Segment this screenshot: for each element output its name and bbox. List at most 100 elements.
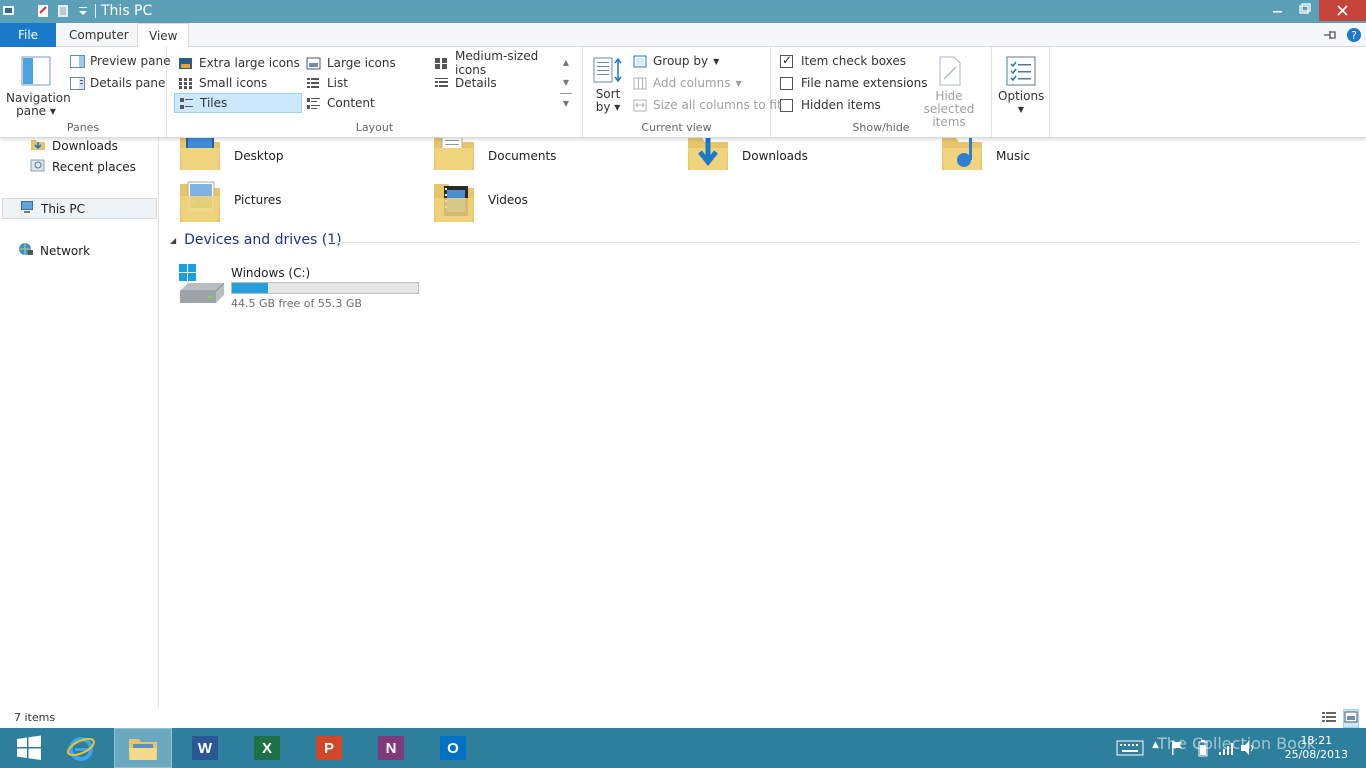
large-icons-view-icon[interactable] bbox=[1343, 709, 1359, 728]
group-current-view: Sort by ▾ Group by ▼ Add columns ▼ Size … bbox=[583, 47, 782, 137]
item-check-boxes-checkbox[interactable] bbox=[780, 53, 793, 68]
hidden-items-label: Hidden items bbox=[801, 98, 881, 112]
drive-usage-bar bbox=[231, 282, 419, 294]
layout-large-icons[interactable]: Large icons bbox=[302, 53, 430, 73]
hide-selected-items-icon bbox=[939, 56, 961, 86]
layout-small-icons[interactable]: Small icons bbox=[174, 73, 302, 93]
touch-keyboard-icon[interactable] bbox=[1116, 740, 1144, 759]
layout-details[interactable]: Details bbox=[430, 73, 558, 93]
nav-item-recent-places[interactable]: Recent places bbox=[30, 156, 136, 177]
restore-button[interactable] bbox=[1290, 0, 1318, 21]
layout-list[interactable]: List bbox=[302, 73, 430, 93]
layout-content[interactable]: Content bbox=[302, 93, 430, 113]
nav-item-downloads[interactable]: Downloads bbox=[30, 135, 118, 156]
nav-item-label: Network bbox=[40, 243, 91, 258]
help-icon[interactable]: ? bbox=[1346, 27, 1362, 46]
sort-by-label-2: by ▾ bbox=[595, 100, 621, 114]
details-view-icon[interactable] bbox=[1321, 710, 1337, 727]
pictures-folder-icon bbox=[178, 176, 222, 224]
layout-gallery-scroll[interactable]: ▲ ▼ ▼ bbox=[560, 53, 572, 117]
folder-label: Downloads bbox=[742, 149, 808, 163]
hard-drive-icon bbox=[178, 263, 226, 308]
collapse-arrow-icon[interactable]: ◢ bbox=[170, 236, 176, 245]
folder-videos[interactable]: Videos bbox=[432, 176, 528, 224]
gallery-up-icon[interactable]: ▲ bbox=[560, 53, 572, 73]
layout-medium-icons[interactable]: Medium-sized icons bbox=[430, 49, 558, 77]
taskbar-onenote[interactable]: N bbox=[362, 728, 420, 768]
tab-view[interactable]: View bbox=[137, 23, 190, 48]
layout-label: Large icons bbox=[327, 56, 396, 70]
options-button[interactable]: Options ▼ bbox=[998, 55, 1044, 116]
nav-item-label: This PC bbox=[41, 201, 85, 216]
folder-desktop[interactable]: Desktop bbox=[178, 132, 284, 180]
excel-icon: X bbox=[254, 736, 280, 760]
pin-ribbon-icon[interactable] bbox=[1322, 28, 1338, 45]
hidden-items-toggle[interactable]: Hidden items bbox=[780, 98, 881, 112]
this-pc-icon bbox=[19, 200, 35, 217]
folder-documents[interactable]: Documents bbox=[432, 132, 556, 180]
new-folder-icon[interactable] bbox=[56, 3, 70, 19]
group-label-layout: Layout bbox=[355, 121, 394, 134]
item-check-boxes-toggle[interactable]: Item check boxes bbox=[780, 53, 906, 68]
taskbar-internet-explorer[interactable] bbox=[52, 728, 110, 768]
folder-label: Pictures bbox=[234, 193, 282, 207]
group-label-current-view: Current view bbox=[641, 121, 712, 134]
gallery-down-icon[interactable]: ▼ bbox=[560, 73, 572, 93]
folder-music[interactable]: Music bbox=[940, 132, 1030, 180]
file-name-extensions-checkbox[interactable] bbox=[780, 76, 793, 90]
devices-and-drives-header[interactable]: ◢ Devices and drives (1) bbox=[170, 232, 342, 248]
preview-pane-button[interactable]: Preview pane bbox=[70, 54, 170, 68]
clock[interactable]: 18:21 25/08/2013 bbox=[1285, 734, 1348, 762]
sort-by-button[interactable]: Sort by ▾ bbox=[589, 55, 627, 114]
details-icon bbox=[434, 77, 449, 90]
layout-tiles[interactable]: Tiles bbox=[174, 93, 302, 113]
layout-label: Tiles bbox=[200, 96, 228, 110]
internet-explorer-icon bbox=[67, 737, 95, 761]
folder-downloads[interactable]: Downloads bbox=[686, 132, 808, 180]
taskbar-word[interactable]: W bbox=[176, 728, 234, 768]
layout-label: Small icons bbox=[199, 76, 268, 90]
properties-icon[interactable] bbox=[36, 3, 50, 19]
options-icon bbox=[1006, 56, 1036, 86]
close-button[interactable] bbox=[1319, 0, 1366, 21]
taskbar-file-explorer[interactable] bbox=[114, 728, 172, 768]
window-menu-icon[interactable] bbox=[2, 3, 16, 19]
file-name-extensions-toggle[interactable]: File name extensions bbox=[780, 76, 928, 90]
minimize-button[interactable] bbox=[1262, 0, 1292, 21]
hide-selected-items-button[interactable]: Hide selected items bbox=[911, 55, 987, 129]
group-options: Options ▼ bbox=[992, 47, 1050, 137]
customize-qat-icon[interactable] bbox=[76, 3, 90, 19]
hidden-items-checkbox[interactable] bbox=[780, 98, 793, 112]
layout-extra-large-icons[interactable]: Extra large icons bbox=[174, 53, 302, 73]
desktop-folder-icon bbox=[178, 132, 222, 180]
group-label-panes: Panes bbox=[66, 121, 100, 134]
nav-item-label: Downloads bbox=[52, 138, 118, 153]
nav-item-this-pc[interactable]: This PC bbox=[2, 198, 157, 219]
add-columns-icon bbox=[633, 77, 648, 90]
tab-file[interactable]: File bbox=[0, 23, 56, 47]
folder-pictures[interactable]: Pictures bbox=[178, 176, 282, 224]
layout-label: Details bbox=[455, 76, 497, 90]
downloads-folder-icon bbox=[686, 132, 730, 180]
group-by-button[interactable]: Group by ▼ bbox=[633, 54, 719, 68]
drive-usage-fill bbox=[232, 283, 269, 293]
file-explorer-icon bbox=[129, 739, 157, 760]
size-columns-label: Size all columns to fit bbox=[653, 98, 782, 112]
taskbar-powerpoint[interactable]: P bbox=[300, 728, 358, 768]
group-label-show-hide: Show/hide bbox=[852, 121, 910, 134]
start-button[interactable] bbox=[0, 728, 58, 768]
details-pane-button[interactable]: Details pane bbox=[70, 76, 165, 90]
navigation-pane-icon bbox=[21, 56, 51, 86]
tiles-icon bbox=[179, 97, 194, 110]
add-columns-button[interactable]: Add columns ▼ bbox=[633, 76, 742, 90]
onenote-icon: N bbox=[378, 736, 404, 760]
gallery-more-icon[interactable]: ▼ bbox=[560, 93, 572, 113]
taskbar-excel[interactable]: X bbox=[238, 728, 296, 768]
dropdown-arrow-icon: ▼ bbox=[713, 56, 720, 66]
dropdown-arrow-icon: ▼ bbox=[1017, 105, 1025, 114]
tab-computer[interactable]: Computer bbox=[58, 23, 140, 47]
nav-item-network[interactable]: Network bbox=[18, 240, 90, 261]
taskbar-outlook[interactable]: O bbox=[424, 728, 482, 768]
navigation-pane-button[interactable]: Navigation pane ▾ bbox=[6, 55, 71, 118]
size-columns-button[interactable]: Size all columns to fit bbox=[633, 98, 782, 112]
